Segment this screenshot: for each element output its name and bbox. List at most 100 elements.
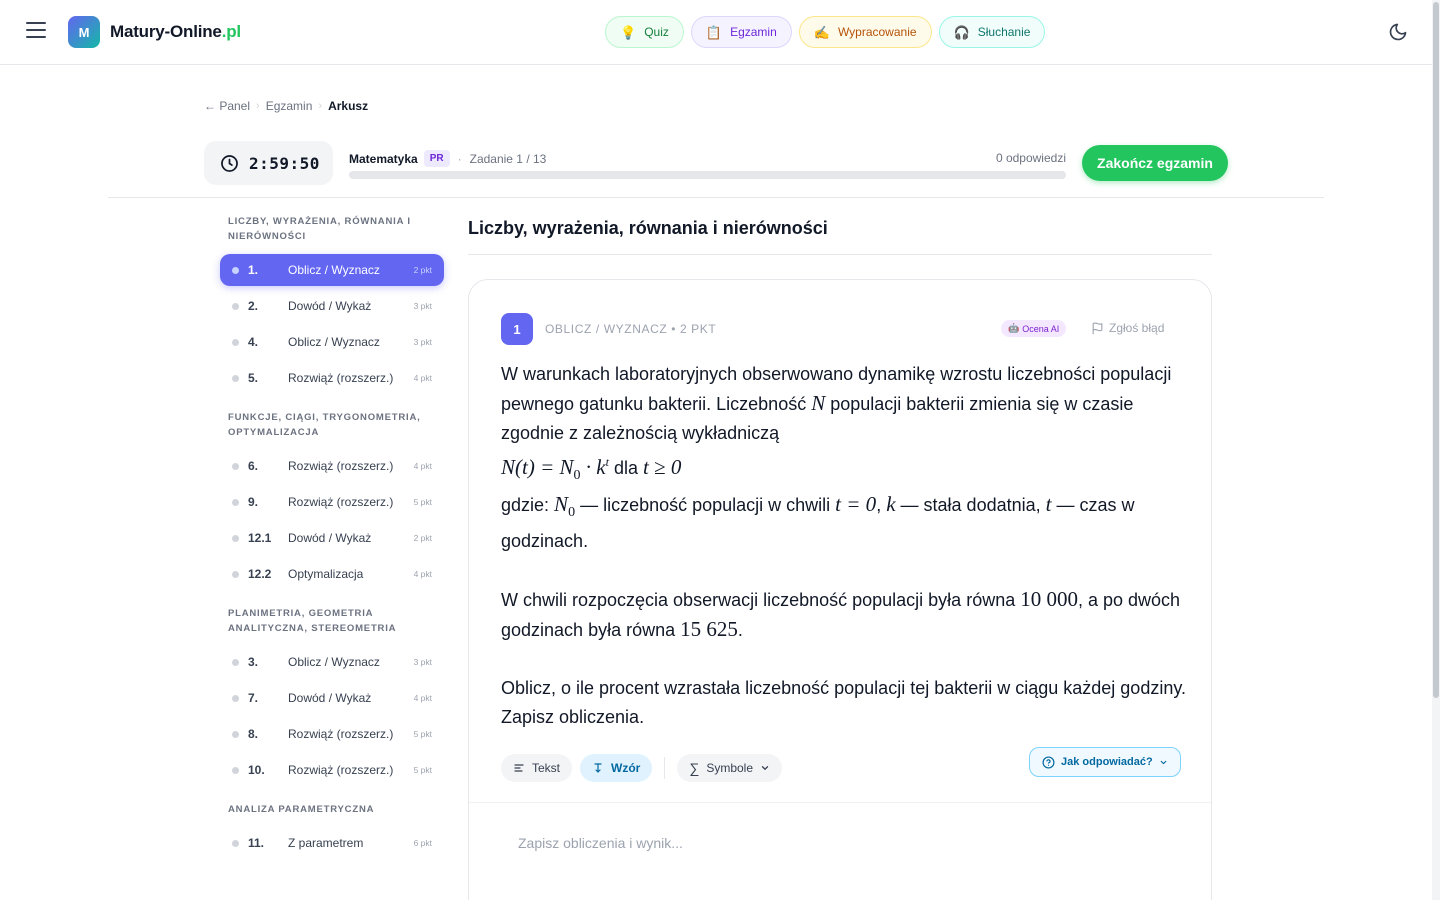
task-status-dot: [232, 767, 239, 774]
help-circle-icon: [1042, 755, 1055, 769]
task-label: Z parametrem: [288, 836, 364, 850]
sidebar-task-9[interactable]: 9. Rozwiąż (rozszerz.) 5 pkt: [220, 486, 444, 518]
headphones-icon: 🎧: [953, 24, 970, 40]
text-run: gdzie:: [501, 495, 555, 516]
breadcrumb-separator: ›: [256, 100, 260, 112]
math-N0-sub: 0: [568, 505, 576, 521]
breadcrumb-egzamin-link[interactable]: Egzamin: [266, 99, 313, 113]
task-status-dot: [232, 499, 239, 506]
math-N0: N: [554, 492, 569, 517]
mode-label: Słuchanie: [977, 25, 1031, 39]
sidebar-task-4[interactable]: 4. Oblicz / Wyznacz 3 pkt: [220, 326, 444, 358]
text-mode-button[interactable]: Tekst: [501, 754, 573, 782]
sidebar-task-10[interactable]: 10. Rozwiąż (rozszerz.) 5 pkt: [220, 754, 444, 786]
formula-condition: t ≥ 0: [642, 455, 682, 479]
how-to-answer-button[interactable]: Jak odpowiadać?: [1029, 747, 1181, 777]
task-label: Dowód / Wykaż: [288, 691, 372, 705]
answer-toolbar: Tekst Wzór ∑ Symbole: [501, 754, 783, 782]
task-status-dot: [232, 535, 239, 542]
task-points: 3 pkt: [413, 657, 432, 667]
answer-input[interactable]: [501, 828, 1191, 858]
task-number: 6.: [248, 459, 259, 473]
question-card: 1 Oblicz / Wyznacz • 2 pkt 🤖 Ocena AI Zgł…: [468, 279, 1212, 900]
task-number: 12.1: [248, 531, 272, 545]
sidebar-task-1[interactable]: 1. Oblicz / Wyznacz 2 pkt: [220, 254, 444, 286]
robot-icon: 🤖: [1008, 323, 1020, 333]
task-points: 2 pkt: [413, 265, 432, 275]
finish-exam-button[interactable]: Zakończ egzamin: [1082, 145, 1228, 181]
task-points: 4 pkt: [413, 461, 432, 471]
breadcrumb-back-link[interactable]: ← Panel: [204, 99, 250, 113]
formula-mode-button[interactable]: Wzór: [580, 754, 653, 782]
math-t0: t = 0: [835, 492, 877, 517]
task-status-dot: [232, 463, 239, 470]
scrollbar-thumb[interactable]: [1433, 2, 1439, 698]
sidebar-task-5[interactable]: 5. Rozwiąż (rozszerz.) 4 pkt: [220, 362, 444, 394]
sidebar-task-11[interactable]: 11. Z parametrem 6 pkt: [220, 827, 444, 859]
answers-count: 0 odpowiedzi: [995, 151, 1066, 165]
task-status-dot: [232, 571, 239, 578]
task-points: 3 pkt: [413, 301, 432, 311]
writing-hand-icon: ✍️: [813, 24, 830, 40]
task-label: Dowód / Wykaż: [288, 299, 372, 313]
math-value-2: 15 625: [680, 617, 738, 642]
task-label: Rozwiąż (rozszerz.): [288, 495, 394, 509]
question-number-badge: 1: [501, 313, 533, 345]
task-label: Rozwiąż (rozszerz.): [288, 727, 394, 741]
separator-dot: ·: [457, 151, 462, 166]
task-label: Oblicz / Wyznacz: [288, 263, 380, 277]
math-k: k: [886, 492, 896, 517]
symbols-label: Symbole: [706, 761, 754, 775]
question-text: W warunkach laboratoryjnych obserwowano …: [501, 360, 1191, 761]
ai-badge-label: Ocena AI: [1022, 323, 1060, 334]
task-points: 3 pkt: [413, 337, 432, 347]
sidebar-task-6[interactable]: 6. Rozwiąż (rozszerz.) 4 pkt: [220, 450, 444, 482]
logo-badge[interactable]: M: [68, 16, 100, 48]
question-meta: Oblicz / Wyznacz • 2 pkt: [545, 322, 717, 336]
task-number: 10.: [248, 763, 265, 777]
task-number: 1.: [248, 263, 259, 277]
report-error-label: Zgłoś błąd: [1109, 321, 1165, 335]
exam-progress-bar: [349, 171, 1066, 179]
task-number: 12.2: [248, 567, 272, 581]
mode-nav: 💡 Quiz 📋 Egzamin ✍️ Wypracowanie 🎧 Słuchanie: [605, 16, 1046, 48]
section-heading: Liczby, wyrażenia, równania i nierównośc…: [468, 218, 828, 238]
mode-sluchanie-button[interactable]: 🎧 Słuchanie: [938, 16, 1046, 48]
sidebar-task-8[interactable]: 8. Rozwiąż (rozszerz.) 5 pkt: [220, 718, 444, 750]
timer-value: 2:59:50: [249, 153, 320, 173]
sidebar-task-12-2[interactable]: 12.2 Optymalizacja 4 pkt: [220, 558, 444, 590]
dark-mode-moon-icon[interactable]: [1388, 22, 1408, 42]
formula-dla: dla: [608, 458, 643, 478]
task-points: 4 pkt: [413, 373, 432, 383]
mode-label: Quiz: [644, 25, 669, 39]
sidebar-section-title: Planimetria, geometria analityczna, ster…: [228, 608, 397, 634]
symbols-dropdown-button[interactable]: ∑ Symbole: [677, 754, 783, 782]
how-to-answer-label: Jak odpowiadać?: [1061, 756, 1153, 768]
task-status-dot: [232, 731, 239, 738]
task-number: 4.: [248, 335, 259, 349]
task-points: 5 pkt: [413, 765, 432, 775]
menu-icon[interactable]: [26, 22, 46, 40]
report-error-button[interactable]: Zgłoś błąd: [1091, 321, 1164, 335]
sidebar-task-7[interactable]: 7. Dowód / Wykaż 4 pkt: [220, 682, 444, 714]
task-label: Oblicz / Wyznacz: [288, 655, 380, 669]
task-status-dot: [232, 303, 239, 310]
task-status-dot: [232, 375, 239, 382]
logo-text[interactable]: Matury-Online.pl: [110, 22, 241, 42]
task-status-dot: [232, 339, 239, 346]
mode-label: Wypracowanie: [837, 25, 917, 39]
task-sidebar: Liczby, wyrażenia, równania i nierównośc…: [220, 212, 444, 863]
sidebar-section-title: Funkcje, ciągi, trygonometria, optymaliz…: [228, 412, 421, 438]
mode-quiz-button[interactable]: 💡 Quiz: [605, 16, 684, 48]
sidebar-task-12-1[interactable]: 12.1 Dowód / Wykaż 2 pkt: [220, 522, 444, 554]
sidebar-section-title: Analiza parametryczna: [228, 804, 375, 815]
text-run: — liczebność populacji w chwili: [575, 495, 836, 516]
breadcrumb-current: Arkusz: [328, 99, 369, 113]
mode-egzamin-button[interactable]: 📋 Egzamin: [690, 16, 792, 48]
task-label: Dowód / Wykaż: [288, 531, 372, 545]
formula-sub-0: 0: [573, 468, 581, 484]
mode-wypracowanie-button[interactable]: ✍️ Wypracowanie: [798, 16, 932, 48]
task-number: 2.: [248, 299, 259, 313]
sidebar-task-3[interactable]: 3. Oblicz / Wyznacz 3 pkt: [220, 646, 444, 678]
sidebar-task-2[interactable]: 2. Dowód / Wykaż 3 pkt: [220, 290, 444, 322]
